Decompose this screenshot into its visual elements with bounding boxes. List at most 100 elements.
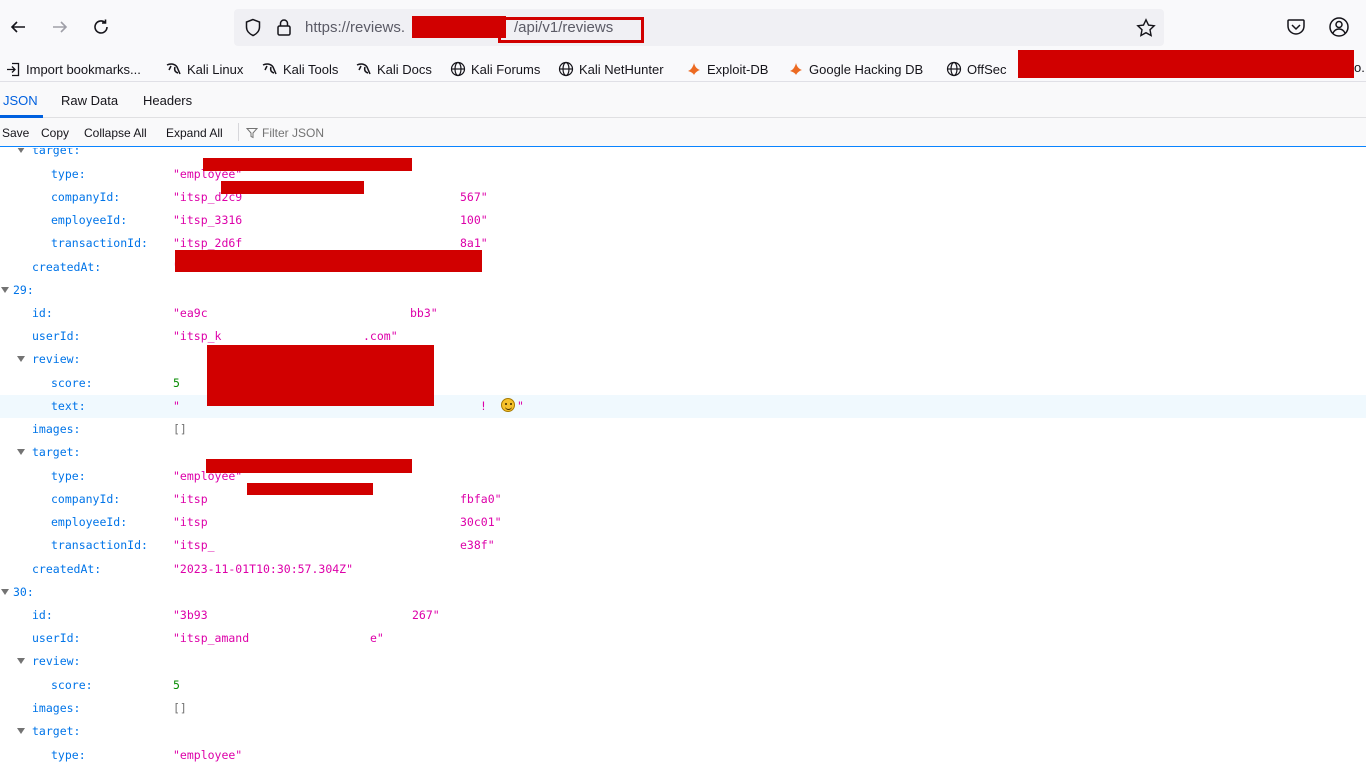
json-row[interactable]: target: [0,441,1366,464]
json-row[interactable]: images: [] [0,697,1366,720]
json-value: " [173,399,180,413]
address-bar[interactable]: https://reviews. /api/v1/reviews [234,9,1164,46]
json-key: id: [32,306,53,320]
toolbar-divider [238,123,239,141]
expand-twisty-icon[interactable] [17,449,25,455]
json-row[interactable]: 29: [0,279,1366,302]
json-key: transactionId: [51,236,148,250]
tab-headers[interactable]: Headers [143,93,192,108]
json-row[interactable]: target: [0,720,1366,743]
expand-twisty-icon[interactable] [17,658,25,664]
json-key: employeeId: [51,515,128,529]
expand-twisty-icon[interactable] [17,148,25,153]
filter-placeholder: Filter JSON [262,126,325,140]
bookmark-exploit-db[interactable]: Exploit-DB [686,60,768,78]
json-value: "ea9c [173,306,208,320]
bookmark-google-hacking-db[interactable]: Google Hacking DB [788,60,923,78]
json-value-tail: .com" [363,329,398,343]
json-row[interactable]: transactionId: "itsp_ e38f" [0,534,1366,557]
json-value: "3b93 [173,608,208,622]
json-row[interactable]: id: "ea9c bb3" [0,302,1366,325]
json-value-tail: bb3" [410,306,438,320]
redaction-box [221,181,364,194]
json-key: score: [51,678,93,692]
json-row[interactable]: id: "3b93 267" [0,604,1366,627]
json-key: companyId: [51,492,121,506]
star-icon[interactable] [1136,18,1156,38]
bookmark-import[interactable]: Import bookmarks... [5,60,141,78]
kali-dragon-icon [262,61,278,77]
json-value-tail: fbfa0" [460,492,502,506]
json-value: "itsp_2d6f [173,236,243,250]
json-row[interactable]: 30: [0,581,1366,604]
bookmark-kali-nethunter[interactable]: Kali NetHunter [558,60,664,78]
json-key: id: [32,608,53,622]
expand-all-button[interactable]: Expand All [166,126,223,140]
tab-raw-data[interactable]: Raw Data [61,93,118,108]
json-value: "itsp_ [173,538,215,552]
globe-icon [946,61,962,77]
json-value: "itsp_3316 [173,213,243,227]
json-row[interactable]: images: [] [0,418,1366,441]
json-row[interactable]: score: 5 [0,372,1366,395]
expand-twisty-icon[interactable] [17,728,25,734]
expand-twisty-icon[interactable] [17,356,25,362]
expand-twisty-icon[interactable] [1,287,9,293]
url-highlight-box [498,17,644,43]
json-value: "itsp_amand [173,631,250,645]
expand-twisty-icon[interactable] [1,589,9,595]
filter-json-input[interactable]: Filter JSON [246,126,324,140]
kali-dragon-icon [166,61,182,77]
account-icon[interactable] [1328,16,1350,38]
json-value-tail: 267" [412,608,440,622]
collapse-all-button[interactable]: Collapse All [84,126,147,140]
save-button[interactable]: Save [2,126,29,140]
bookmark-kali-docs[interactable]: Kali Docs [356,60,432,78]
copy-button[interactable]: Copy [41,126,69,140]
json-row[interactable]: companyId: "itsp fbfa0" [0,488,1366,511]
bookmark-offsec[interactable]: OffSec [946,60,1007,78]
tab-json[interactable]: JSON [3,93,38,108]
shield-icon[interactable] [244,18,262,37]
json-row[interactable]: type: "employee" [0,465,1366,488]
json-row[interactable]: employeeId: "itsp 30c01" [0,511,1366,534]
json-key: 29: [13,283,34,297]
json-key: images: [32,701,81,715]
arrow-left-icon [10,21,25,33]
forward-button[interactable] [47,14,73,40]
json-value-tail: ! [480,399,487,413]
redaction-box [1018,50,1354,78]
bookmark-kali-tools[interactable]: Kali Tools [262,60,338,78]
pocket-icon[interactable] [1286,17,1306,37]
json-row[interactable]: type: "employee" [0,744,1366,767]
kali-dragon-icon [356,61,372,77]
reload-button[interactable] [88,14,114,40]
json-row[interactable]: text: "! " [0,395,1366,418]
json-key: createdAt: [32,562,102,576]
json-row[interactable]: createdAt: "2023-11-01T10:30:57.304Z" [0,558,1366,581]
bookmark-overflow-text: o. [1354,60,1365,75]
json-value: 5 [173,678,180,692]
bookmark-kali-linux[interactable]: Kali Linux [166,60,243,78]
smiley-emoji-icon [501,398,515,412]
back-button[interactable] [5,14,31,40]
json-key: type: [51,167,86,181]
json-key: createdAt: [32,260,102,274]
arrow-right-icon [53,21,68,33]
json-key: type: [51,469,86,483]
json-row[interactable]: score: 5 [0,674,1366,697]
json-row[interactable]: userId: "itsp_amand e" [0,627,1366,650]
json-row[interactable]: companyId: "itsp_d2c9 567" [0,186,1366,209]
json-row[interactable]: userId: "itsp_k .com" [0,325,1366,348]
redaction-box [412,16,506,38]
json-row[interactable]: review: [0,650,1366,673]
json-key: images: [32,422,81,436]
json-value-tail: " [517,399,524,413]
globe-icon [558,61,574,77]
json-value: [] [173,422,187,436]
bookmark-kali-forums[interactable]: Kali Forums [450,60,540,78]
json-row[interactable]: employeeId: "itsp_3316 100" [0,209,1366,232]
lock-icon[interactable] [276,18,292,36]
json-row[interactable]: review: [0,348,1366,371]
json-toolbar: Save Copy Collapse All Expand All Filter… [0,118,1366,147]
